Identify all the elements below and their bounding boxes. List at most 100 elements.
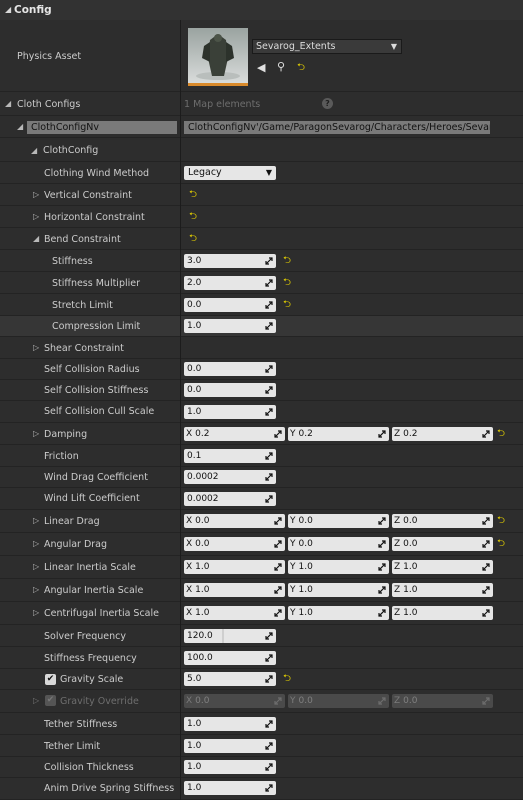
stiffness-field[interactable]: 3.0 xyxy=(184,254,276,268)
centrifugal-inertia-z-field[interactable]: Z 1.0 xyxy=(392,606,493,620)
solver-frequency-value: 120.0 xyxy=(187,631,213,641)
gravity-scale-field[interactable]: 5.0 xyxy=(184,672,276,686)
axis-y-label: Y xyxy=(290,429,296,439)
expand-arrow-icon[interactable]: ▷ xyxy=(33,516,39,525)
expand-arrow-icon[interactable]: ▷ xyxy=(33,562,39,571)
reset-arrow-icon[interactable]: ⮌ xyxy=(189,212,197,222)
collapse-arrow-icon[interactable]: ◢ xyxy=(33,234,39,243)
damping-x-field[interactable]: X 0.2 xyxy=(184,427,285,441)
expand-arrow-icon[interactable]: ▷ xyxy=(33,429,39,438)
wind-drag-field[interactable]: 0.0002 xyxy=(184,470,276,484)
config-section-header[interactable]: ◢ Config xyxy=(0,0,523,21)
reset-arrow-icon[interactable]: ⮌ xyxy=(497,429,505,439)
wind-lift-field[interactable]: 0.0002 xyxy=(184,492,276,506)
tether-limit-field[interactable]: 1.0 xyxy=(184,739,276,753)
asset-picker-combo[interactable]: Sevarog_Extents ▼ xyxy=(252,39,402,54)
tether-limit-value: 1.0 xyxy=(187,741,202,751)
linear-drag-z-field[interactable]: Z 0.0 xyxy=(392,514,493,528)
expand-arrow-icon[interactable]: ◢ xyxy=(17,122,23,131)
reset-arrow-icon[interactable]: ⮌ xyxy=(297,63,305,73)
compression-limit-field[interactable]: 1.0 xyxy=(184,319,276,333)
linear-drag-x-field[interactable]: X 0.0 xyxy=(184,514,285,528)
gravity-override-checkbox[interactable]: ✔ xyxy=(45,695,56,706)
cloth-configs-row: ◢ Cloth Configs 1 Map elements xyxy=(0,92,523,116)
reset-arrow-icon[interactable]: ⮌ xyxy=(283,256,291,266)
axis-y-label: Y xyxy=(290,608,296,618)
gravity-scale-checkbox[interactable]: ✔ xyxy=(45,674,56,685)
reset-arrow-icon[interactable]: ⮌ xyxy=(283,278,291,288)
self-collision-stiffness-row: Self Collision Stiffness 0.0 xyxy=(0,380,523,401)
angular-inertia-z-field[interactable]: Z 1.0 xyxy=(392,583,493,597)
column-divider[interactable] xyxy=(180,20,181,800)
linear-drag-label: Linear Drag xyxy=(44,516,100,527)
linear-drag-y-field[interactable]: Y 0.0 xyxy=(288,514,389,528)
tether-limit-label: Tether Limit xyxy=(44,741,101,752)
asset-thumbnail[interactable] xyxy=(188,28,248,86)
reset-arrow-icon[interactable]: ⮌ xyxy=(497,516,505,526)
expand-arrow-icon[interactable]: ▷ xyxy=(33,585,39,594)
self-collision-stiffness-field[interactable]: 0.0 xyxy=(184,383,276,397)
reset-arrow-icon[interactable]: ⮌ xyxy=(283,674,291,684)
wind-method-dropdown[interactable]: Legacy ▼ xyxy=(184,166,276,180)
axis-y-label: Y xyxy=(290,562,296,572)
reset-arrow-icon[interactable]: ⮌ xyxy=(189,190,197,200)
map-value-field[interactable]: ClothConfigNv'/Game/ParagonSevarog/Chara… xyxy=(184,121,490,134)
collapse-arrow-icon[interactable]: ◢ xyxy=(5,5,11,14)
linear-inertia-z-field[interactable]: Z 1.0 xyxy=(392,560,493,574)
drag-arrows-icon xyxy=(274,517,282,525)
linear-inertia-x-field[interactable]: X 1.0 xyxy=(184,560,285,574)
compression-limit-row: Compression Limit 1.0 xyxy=(0,316,523,337)
axis-z-label: Z xyxy=(394,562,401,572)
angular-drag-x-field[interactable]: X 0.0 xyxy=(184,537,285,551)
drag-arrows-icon xyxy=(265,632,273,640)
solver-frequency-label: Solver Frequency xyxy=(44,631,126,642)
solver-frequency-slider[interactable]: 120.0 xyxy=(184,629,276,643)
reset-arrow-icon[interactable]: ⮌ xyxy=(497,539,505,549)
collision-thickness-row: Collision Thickness 1.0 xyxy=(0,757,523,778)
expand-arrow-icon[interactable]: ▷ xyxy=(33,190,39,199)
use-selected-arrow-icon[interactable]: ◀ xyxy=(257,62,265,73)
expand-arrow-icon[interactable]: ▷ xyxy=(33,608,39,617)
browse-magnifier-icon[interactable]: ⚲ xyxy=(277,61,285,72)
angular-drag-z-field[interactable]: Z 0.0 xyxy=(392,537,493,551)
self-collision-cull-field[interactable]: 1.0 xyxy=(184,405,276,419)
expand-arrow-icon[interactable]: ▷ xyxy=(33,539,39,548)
angular-inertia-x-field[interactable]: X 1.0 xyxy=(184,583,285,597)
anim-drive-spring-field[interactable]: 1.0 xyxy=(184,781,276,795)
damping-z-field[interactable]: Z 0.2 xyxy=(392,427,493,441)
axis-x-label: X xyxy=(186,539,193,549)
expand-arrow-icon[interactable]: ▷ xyxy=(33,343,39,352)
map-key-field[interactable]: ClothConfigNv xyxy=(27,121,177,134)
friction-field[interactable]: 0.1 xyxy=(184,449,276,463)
self-collision-radius-field[interactable]: 0.0 xyxy=(184,362,276,376)
bend-constraint-row[interactable]: ◢ Bend Constraint ⮌ xyxy=(0,228,523,250)
collision-thickness-field[interactable]: 1.0 xyxy=(184,760,276,774)
reset-arrow-icon[interactable]: ⮌ xyxy=(283,300,291,310)
shear-constraint-row[interactable]: ▷ Shear Constraint xyxy=(0,337,523,359)
horizontal-constraint-row[interactable]: ▷ Horizontal Constraint ⮌ xyxy=(0,206,523,228)
angular-inertia-y-field[interactable]: Y 1.0 xyxy=(288,583,389,597)
self-collision-radius-row: Self Collision Radius 0.0 xyxy=(0,359,523,380)
damping-y-field[interactable]: Y 0.2 xyxy=(288,427,389,441)
help-icon[interactable]: ? xyxy=(322,98,333,109)
expand-arrow-icon[interactable]: ◢ xyxy=(5,99,11,108)
stiffness-multiplier-row: Stiffness Multiplier 2.0 ⮌ xyxy=(0,272,523,294)
compression-limit-value: 1.0 xyxy=(187,321,202,331)
reset-arrow-icon[interactable]: ⮌ xyxy=(189,234,197,244)
tether-stiffness-field[interactable]: 1.0 xyxy=(184,717,276,731)
angular-drag-y-field[interactable]: Y 0.0 xyxy=(288,537,389,551)
centrifugal-inertia-x-field[interactable]: X 1.0 xyxy=(184,606,285,620)
stiffness-multiplier-field[interactable]: 2.0 xyxy=(184,276,276,290)
expand-arrow-icon[interactable]: ◢ xyxy=(31,146,37,155)
expand-arrow-icon[interactable]: ▷ xyxy=(33,696,39,705)
linear-inertia-y-field[interactable]: Y 1.0 xyxy=(288,560,389,574)
damping-z-value: 0.2 xyxy=(403,429,418,439)
stretch-limit-field[interactable]: 0.0 xyxy=(184,298,276,312)
centrifugal-inertia-y-field[interactable]: Y 1.0 xyxy=(288,606,389,620)
stiffness-frequency-field[interactable]: 100.0 xyxy=(184,651,276,665)
vertical-constraint-row[interactable]: ▷ Vertical Constraint ⮌ xyxy=(0,184,523,206)
expand-arrow-icon[interactable]: ▷ xyxy=(33,212,39,221)
stretch-limit-row: Stretch Limit 0.0 ⮌ xyxy=(0,294,523,316)
angular-inertia-row: ▷ Angular Inertia Scale X 1.0 Y 1.0 Z 1.0 xyxy=(0,579,523,602)
centrifugal-inertia-y-value: 1.0 xyxy=(298,608,313,618)
